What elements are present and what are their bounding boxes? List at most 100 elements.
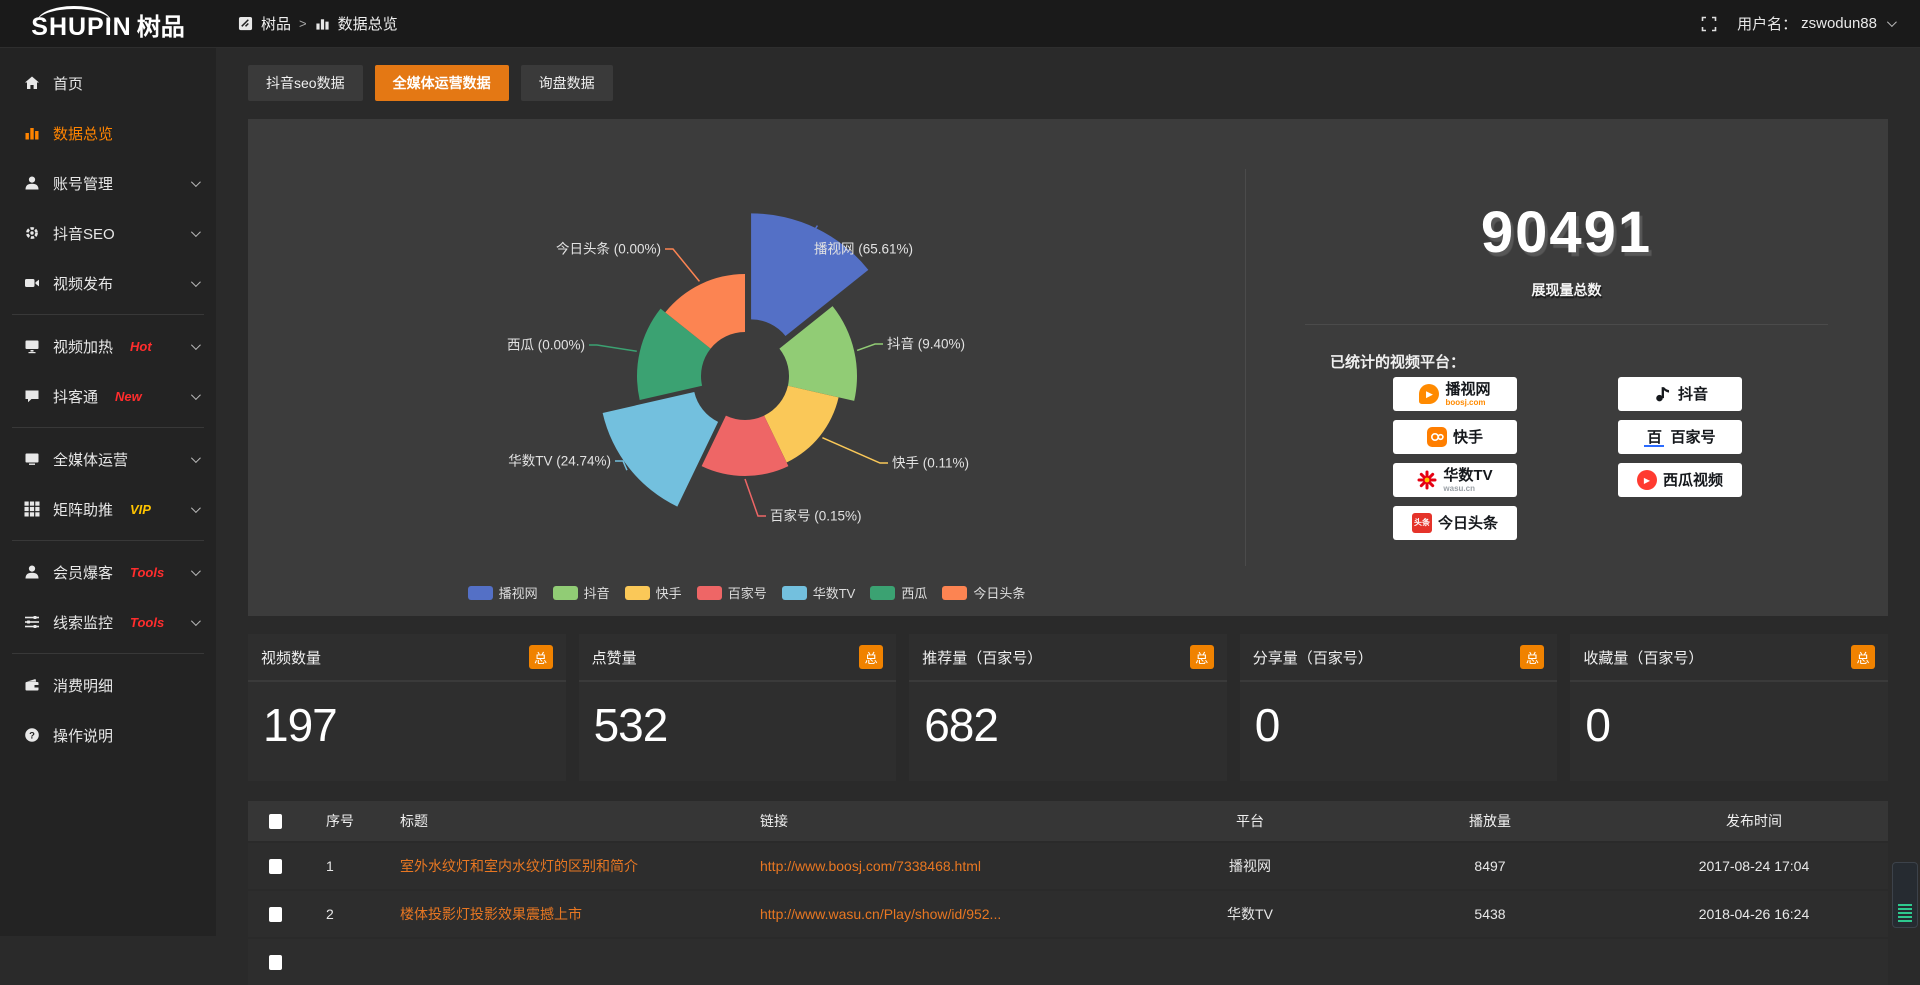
- sidebar-item-badge: VIP: [130, 502, 151, 517]
- legend-item-西瓜[interactable]: 西瓜: [870, 583, 927, 602]
- sidebar-item-账号管理[interactable]: 账号管理: [0, 158, 216, 208]
- cell-views: 5438: [1360, 906, 1620, 922]
- user-menu[interactable]: 用户名： zswodun88: [1737, 13, 1894, 34]
- platform-name: 快手: [1453, 430, 1483, 445]
- col-no: 序号: [302, 811, 390, 831]
- chevron-down-icon: [1887, 17, 1897, 27]
- screen-icon: [24, 338, 40, 354]
- floating-widget[interactable]: [1892, 862, 1918, 928]
- legend-item-百家号[interactable]: 百家号: [697, 583, 767, 602]
- sidebar-item-label: 操作说明: [53, 725, 113, 746]
- sidebar-item-矩阵助推[interactable]: 矩阵助推 VIP: [0, 484, 216, 534]
- legend-swatch: [553, 586, 578, 600]
- total-badge[interactable]: 总: [529, 645, 553, 669]
- sidebar-item-抖客通[interactable]: 抖客通 New: [0, 371, 216, 421]
- stat-card-value: 532: [579, 682, 897, 752]
- cell-no: 1: [302, 858, 390, 874]
- legend-label: 华数TV: [813, 583, 856, 602]
- cell-url-link[interactable]: http://www.wasu.cn/Play/show/id/952...: [750, 906, 1140, 922]
- tab-抖音seo数据[interactable]: 抖音seo数据: [248, 65, 363, 101]
- sidebar-item-数据总览[interactable]: 数据总览: [0, 108, 216, 158]
- chevron-down-icon: [191, 227, 201, 237]
- select-all-checkbox[interactable]: [269, 814, 282, 829]
- sidebar-item-label: 全媒体运营: [53, 449, 128, 470]
- cell-title-link[interactable]: 室外水纹灯和室内水纹灯的区别和简介: [390, 856, 750, 876]
- platform-badge-快手[interactable]: 快手: [1393, 420, 1517, 454]
- sidebar-item-badge: Hot: [130, 339, 152, 354]
- sidebar-item-label: 视频发布: [53, 273, 113, 294]
- platform-column-left: ▶播视网boosj.com 快手华数TVwasu.cn 头条今日头条: [1393, 377, 1517, 549]
- stat-card-点赞量: 点赞量 总 532: [579, 634, 897, 781]
- rose-pie-chart[interactable]: 播视网 (65.61%)抖音 (9.40%)快手 (0.11%)百家号 (0.1…: [248, 119, 1245, 616]
- sidebar-item-会员爆客[interactable]: 会员爆客 Tools: [0, 547, 216, 597]
- stat-card-视频数量: 视频数量 总 197: [248, 634, 566, 781]
- impressions-total-value: 90491: [1245, 199, 1888, 266]
- sidebar-item-label: 会员爆客: [53, 562, 113, 583]
- platform-name: 西瓜视频: [1663, 473, 1723, 488]
- breadcrumb: 树品 > 数据总览: [238, 13, 398, 34]
- cell-url-link[interactable]: http://www.boosj.com/7338468.html: [750, 858, 1140, 874]
- kuaishou-logo-icon: [1427, 427, 1447, 447]
- chart-icon: [24, 125, 40, 141]
- platform-name: 华数TV: [1443, 468, 1492, 483]
- sidebar-item-视频加热[interactable]: 视频加热 Hot: [0, 321, 216, 371]
- cell-title-link[interactable]: 楼体投影灯投影效果震撼上市: [390, 904, 750, 924]
- pie-label-line: [745, 479, 766, 516]
- breadcrumb-root[interactable]: 树品: [261, 13, 291, 34]
- pie-slice-华数TV[interactable]: [603, 392, 718, 507]
- total-badge[interactable]: 总: [1520, 645, 1544, 669]
- legend-label: 播视网: [499, 583, 538, 602]
- sidebar-divider: [12, 314, 204, 315]
- platform-badge-华数TV[interactable]: 华数TVwasu.cn: [1393, 463, 1517, 497]
- row-checkbox[interactable]: [269, 907, 282, 922]
- legend-label: 百家号: [728, 583, 767, 602]
- table-row: 2 楼体投影灯投影效果震撼上市 http://www.wasu.cn/Play/…: [248, 891, 1888, 937]
- tab-询盘数据[interactable]: 询盘数据: [521, 65, 613, 101]
- tab-全媒体运营数据[interactable]: 全媒体运营数据: [375, 65, 509, 101]
- sidebar-item-首页[interactable]: 首页: [0, 58, 216, 108]
- sidebar-item-视频发布[interactable]: 视频发布: [0, 258, 216, 308]
- fullscreen-icon[interactable]: [1701, 16, 1717, 32]
- stat-card-value: 682: [909, 682, 1227, 752]
- sidebar-item-label: 抖音SEO: [53, 223, 115, 244]
- total-badge[interactable]: 总: [1851, 645, 1875, 669]
- col-platform: 平台: [1140, 811, 1360, 831]
- legend-item-快手[interactable]: 快手: [625, 583, 682, 602]
- breadcrumb-current[interactable]: 数据总览: [338, 13, 398, 34]
- platform-badge-百家号[interactable]: 百百家号: [1618, 420, 1742, 454]
- row-checkbox[interactable]: [269, 859, 282, 874]
- cell-platform: 播视网: [1140, 856, 1360, 876]
- platform-name: 播视网: [1445, 382, 1490, 397]
- platform-column-right: 抖音百百家号 ▶西瓜视频: [1618, 377, 1742, 506]
- pie-slice-播视网[interactable]: [751, 213, 868, 336]
- username-label: 用户名：: [1737, 13, 1797, 34]
- sidebar-item-label: 数据总览: [53, 123, 113, 144]
- legend-item-播视网[interactable]: 播视网: [468, 583, 538, 602]
- site-icon: [238, 16, 253, 31]
- row-checkbox[interactable]: [269, 955, 282, 970]
- sidebar-item-抖音SEO[interactable]: 抖音SEO: [0, 208, 216, 258]
- legend-item-今日头条[interactable]: 今日头条: [942, 583, 1025, 602]
- sidebar-item-线索监控[interactable]: 线索监控 Tools: [0, 597, 216, 647]
- legend-item-华数TV[interactable]: 华数TV: [782, 583, 856, 602]
- platform-name: 抖音: [1678, 387, 1708, 402]
- sidebar-item-label: 账号管理: [53, 173, 113, 194]
- sidebar-item-badge: New: [115, 389, 142, 404]
- cell-time: 2018-04-26 16:24: [1620, 906, 1888, 922]
- chart-legend: 播视网抖音快手 百家号 华数TV 西瓜今日头条: [248, 583, 1245, 602]
- sidebar-item-全媒体运营[interactable]: 全媒体运营: [0, 434, 216, 484]
- sidebar-item-消费明细[interactable]: 消费明细: [0, 660, 216, 710]
- total-badge[interactable]: 总: [859, 645, 883, 669]
- platform-badge-西瓜视频[interactable]: ▶西瓜视频: [1618, 463, 1742, 497]
- app-logo[interactable]: SHUPIN 树品: [0, 5, 216, 42]
- pie-label-百家号: 百家号 (0.15%): [770, 508, 862, 524]
- platform-badge-今日头条[interactable]: 头条今日头条: [1393, 506, 1517, 540]
- pie-label-line: [665, 249, 699, 281]
- total-badge[interactable]: 总: [1190, 645, 1214, 669]
- cell-time: 2017-08-24 17:04: [1620, 858, 1888, 874]
- user-icon: [24, 564, 40, 580]
- sidebar-item-操作说明[interactable]: ? 操作说明: [0, 710, 216, 760]
- platform-badge-抖音[interactable]: 抖音: [1618, 377, 1742, 411]
- platform-badge-播视网[interactable]: ▶播视网boosj.com: [1393, 377, 1517, 411]
- legend-item-抖音[interactable]: 抖音: [553, 583, 610, 602]
